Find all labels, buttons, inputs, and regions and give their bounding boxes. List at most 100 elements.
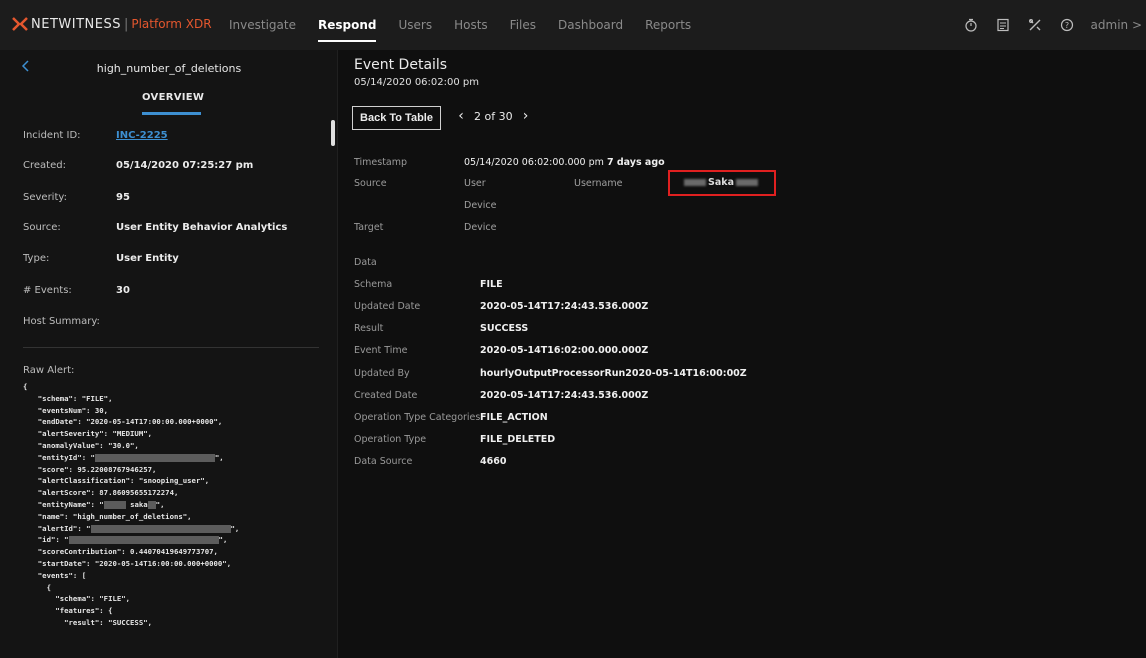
user-menu[interactable]: admin > (1091, 18, 1142, 32)
raw-line: "schema": "FILE", (29, 594, 131, 604)
raw-line: "alertClassification": "snooping_user", (29, 476, 210, 486)
raw-line: "startDate": "2020-05-14T16:00:00.000+00… (29, 558, 232, 568)
data-value-result: SUCCESS (480, 323, 529, 334)
data-label-operation-type-categories: Operation Type Categories (354, 412, 481, 423)
data-value-updated-by: hourlyOutputProcessorRun2020-05-14T16:00… (480, 368, 747, 379)
raw-line-entity-name: "entityName": " saka ", (29, 499, 165, 509)
field-label-events: # Events: (23, 285, 72, 296)
raw-line: "endDate": "2020-05-14T17:00:00.000+0000… (29, 417, 223, 427)
back-to-table-button[interactable]: Back To Table (352, 106, 441, 130)
data-label-schema: Schema (354, 279, 393, 290)
events-count-value: 30 (116, 285, 130, 296)
entity-name-fragment: saka (130, 499, 148, 509)
incident-title: high_number_of_deletions (96, 62, 242, 75)
tab-overview[interactable]: OVERVIEW (142, 92, 204, 103)
data-value-operation-type: FILE_DELETED (480, 434, 556, 445)
raw-line: "anomalyValue": "30.0", (29, 440, 139, 450)
target-device-label: Device (464, 222, 497, 233)
raw-line: "result": "SUCCESS", (29, 617, 153, 627)
data-value-data-source: 4660 (480, 456, 507, 467)
event-details-title: Event Details (354, 57, 448, 73)
raw-line: "events": [ (29, 570, 87, 580)
raw-line: "name": "high_number_of_deletions", (29, 511, 192, 521)
incident-panel: high_number_of_deletions OVERVIEW Incide… (0, 50, 338, 658)
data-value-schema: FILE (480, 279, 503, 290)
redacted-block (68, 536, 219, 545)
netwitness-logo-icon (12, 17, 28, 31)
username-value: Saka (682, 177, 760, 188)
timestamp-row: 05/14/2020 06:02:00.000 pm 7 days ago (464, 157, 665, 168)
source-device-label: Device (464, 200, 497, 211)
nav-investigate[interactable]: Investigate (229, 0, 296, 50)
chevron-left-icon[interactable]: ‹ (454, 108, 468, 124)
raw-line: "score": 95.22008767946257, (29, 464, 157, 474)
source-value: User Entity Behavior Analytics (116, 222, 288, 233)
redacted-block (90, 524, 231, 533)
field-label-created: Created: (23, 160, 66, 171)
redacted-block (103, 500, 126, 509)
field-label-severity: Severity: (23, 192, 67, 203)
svg-text:?: ? (1064, 21, 1068, 30)
data-label-data-source: Data Source (354, 456, 413, 467)
scrollbar-thumb[interactable] (331, 120, 335, 146)
timestamp-value: 05/14/2020 06:02:00.000 pm (464, 157, 604, 168)
username-fragment: Saka (708, 177, 734, 188)
field-label-incident-id: Incident ID: (23, 130, 81, 141)
help-icon[interactable]: ? (1051, 0, 1083, 50)
top-navigation-bar: NETWITNESS | Platform XDR Investigate Re… (0, 0, 1146, 50)
tools-icon[interactable] (1019, 0, 1051, 50)
section-divider (23, 347, 319, 348)
data-label-updated-by: Updated By (354, 368, 410, 379)
checklist-icon[interactable] (987, 0, 1019, 50)
timestamp-ago: 7 days ago (606, 157, 665, 168)
nav-respond[interactable]: Respond (317, 0, 376, 50)
nav-users[interactable]: Users (398, 0, 432, 50)
timestamp-label: Timestamp (354, 157, 408, 168)
target-label: Target (354, 222, 384, 233)
data-label-created-date: Created Date (354, 390, 418, 401)
field-label-type: Type: (23, 253, 50, 264)
raw-line: "alertSeverity": "MEDIUM", (29, 429, 153, 439)
raw-line-entity-id: "entityId": " ", (29, 452, 224, 462)
data-label-updated-date: Updated Date (354, 301, 421, 312)
raw-line-text: "alertId": " (29, 523, 91, 533)
main-nav: Investigate Respond Users Hosts Files Da… (229, 0, 713, 50)
redacted-block (735, 179, 758, 186)
type-value: User Entity (116, 253, 179, 264)
event-details-panel: Event Details 05/14/2020 06:02:00 pm Bac… (338, 50, 1146, 658)
severity-value: 95 (116, 192, 130, 203)
source-label: Source (354, 178, 387, 189)
raw-line: "scoreContribution": 0.44070419649773707… (29, 547, 218, 557)
data-value-operation-type-categories: FILE_ACTION (480, 412, 548, 423)
nav-reports[interactable]: Reports (645, 0, 691, 50)
brand-product: Platform XDR (131, 17, 212, 31)
source-user-label: User (464, 178, 486, 189)
tab-overview-indicator (142, 112, 201, 115)
brand-separator: | (123, 16, 129, 32)
raw-line: "eventsNum": 30, (29, 405, 109, 415)
chevron-right-icon[interactable]: › (519, 108, 533, 124)
brand-logo[interactable]: NETWITNESS | Platform XDR (12, 16, 212, 32)
timer-icon[interactable] (955, 0, 987, 50)
raw-line-text: "id": " (29, 535, 69, 545)
redacted-block (94, 453, 215, 462)
raw-line: { (23, 382, 28, 391)
raw-line: { (29, 582, 51, 592)
event-pager: ‹ 2 of 30 › (454, 108, 533, 124)
username-label: Username (574, 178, 623, 189)
pager-count: 2 of 30 (474, 109, 513, 123)
redacted-block (684, 179, 706, 186)
field-label-source: Source: (23, 222, 61, 233)
incident-id-link[interactable]: INC-2225 (116, 130, 168, 141)
nav-files[interactable]: Files (510, 0, 536, 50)
nav-dashboard[interactable]: Dashboard (558, 0, 623, 50)
data-label-result: Result (354, 323, 384, 334)
brand-name: NETWITNESS (31, 16, 121, 32)
raw-line: "schema": "FILE", (29, 393, 113, 403)
redacted-block (147, 500, 156, 509)
event-time: 05/14/2020 06:02:00 pm (354, 77, 479, 88)
nav-hosts[interactable]: Hosts (454, 0, 488, 50)
raw-line-text: "entityId": " (29, 452, 95, 462)
raw-line-id: "id": " ", (29, 535, 228, 545)
data-value-event-time: 2020-05-14T16:02:00.000.000Z (480, 345, 649, 356)
